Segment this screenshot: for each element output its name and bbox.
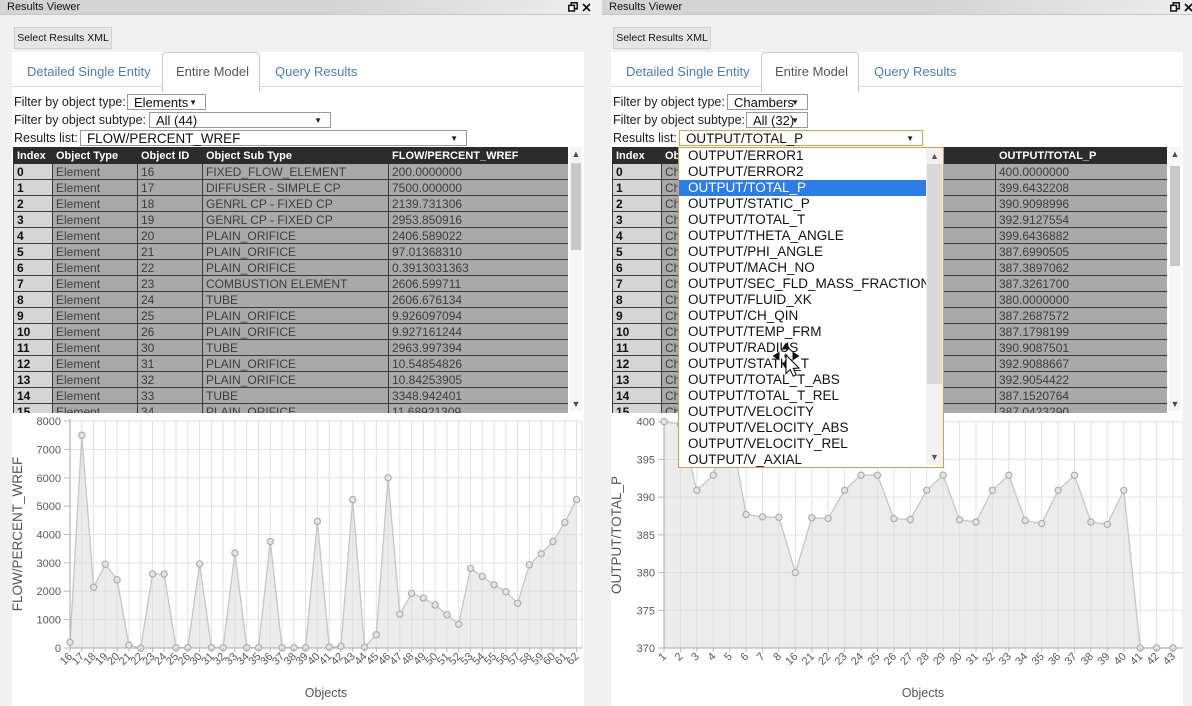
svg-text:370: 370 bbox=[637, 643, 655, 655]
svg-text:2: 2 bbox=[673, 651, 686, 664]
svg-text:35: 35 bbox=[1030, 651, 1047, 668]
svg-text:6000: 6000 bbox=[37, 473, 61, 485]
svg-text:1: 1 bbox=[656, 651, 669, 664]
svg-text:62: 62 bbox=[564, 651, 581, 668]
svg-text:8: 8 bbox=[771, 651, 784, 664]
svg-text:375: 375 bbox=[637, 605, 655, 617]
svg-text:OUTPUT/TOTAL_P: OUTPUT/TOTAL_P bbox=[609, 476, 624, 594]
svg-text:43: 43 bbox=[1161, 651, 1178, 668]
svg-text:400: 400 bbox=[637, 417, 655, 429]
svg-text:27: 27 bbox=[898, 651, 915, 668]
svg-text:Objects: Objects bbox=[902, 686, 944, 700]
svg-text:33: 33 bbox=[997, 651, 1014, 668]
svg-text:FLOW/PERCENT_WREF: FLOW/PERCENT_WREF bbox=[10, 457, 25, 612]
svg-text:3: 3 bbox=[689, 651, 702, 664]
svg-text:30: 30 bbox=[948, 651, 965, 668]
svg-text:39: 39 bbox=[1095, 651, 1112, 668]
svg-text:395: 395 bbox=[637, 454, 655, 466]
svg-text:16: 16 bbox=[783, 651, 800, 668]
svg-text:29: 29 bbox=[931, 651, 948, 668]
svg-text:8000: 8000 bbox=[37, 416, 61, 428]
svg-text:4: 4 bbox=[706, 651, 719, 664]
svg-text:41: 41 bbox=[1128, 651, 1145, 668]
svg-text:40: 40 bbox=[1112, 651, 1129, 668]
svg-text:28: 28 bbox=[915, 651, 932, 668]
svg-text:3000: 3000 bbox=[37, 558, 61, 570]
svg-text:4000: 4000 bbox=[37, 530, 61, 542]
svg-text:5000: 5000 bbox=[37, 501, 61, 513]
svg-text:31: 31 bbox=[964, 651, 981, 668]
svg-text:1000: 1000 bbox=[37, 615, 61, 627]
svg-text:21: 21 bbox=[800, 651, 817, 668]
svg-text:5: 5 bbox=[722, 651, 735, 664]
svg-text:7000: 7000 bbox=[37, 444, 61, 456]
svg-text:0: 0 bbox=[55, 643, 61, 655]
svg-text:390: 390 bbox=[637, 492, 655, 504]
svg-text:32: 32 bbox=[980, 651, 997, 668]
svg-text:380: 380 bbox=[637, 568, 655, 580]
svg-text:37: 37 bbox=[1062, 651, 1079, 668]
svg-text:26: 26 bbox=[882, 651, 899, 668]
svg-text:24: 24 bbox=[849, 651, 866, 668]
svg-text:42: 42 bbox=[1145, 651, 1162, 668]
svg-text:22: 22 bbox=[816, 651, 833, 668]
svg-text:36: 36 bbox=[1046, 651, 1063, 668]
svg-text:2000: 2000 bbox=[37, 586, 61, 598]
svg-text:6: 6 bbox=[738, 651, 751, 664]
svg-text:38: 38 bbox=[1079, 651, 1096, 668]
svg-text:34: 34 bbox=[1013, 651, 1030, 668]
svg-text:7: 7 bbox=[755, 651, 768, 664]
svg-text:385: 385 bbox=[637, 530, 655, 542]
svg-text:25: 25 bbox=[865, 651, 882, 668]
svg-text:Objects: Objects bbox=[305, 686, 347, 700]
svg-text:23: 23 bbox=[833, 651, 850, 668]
